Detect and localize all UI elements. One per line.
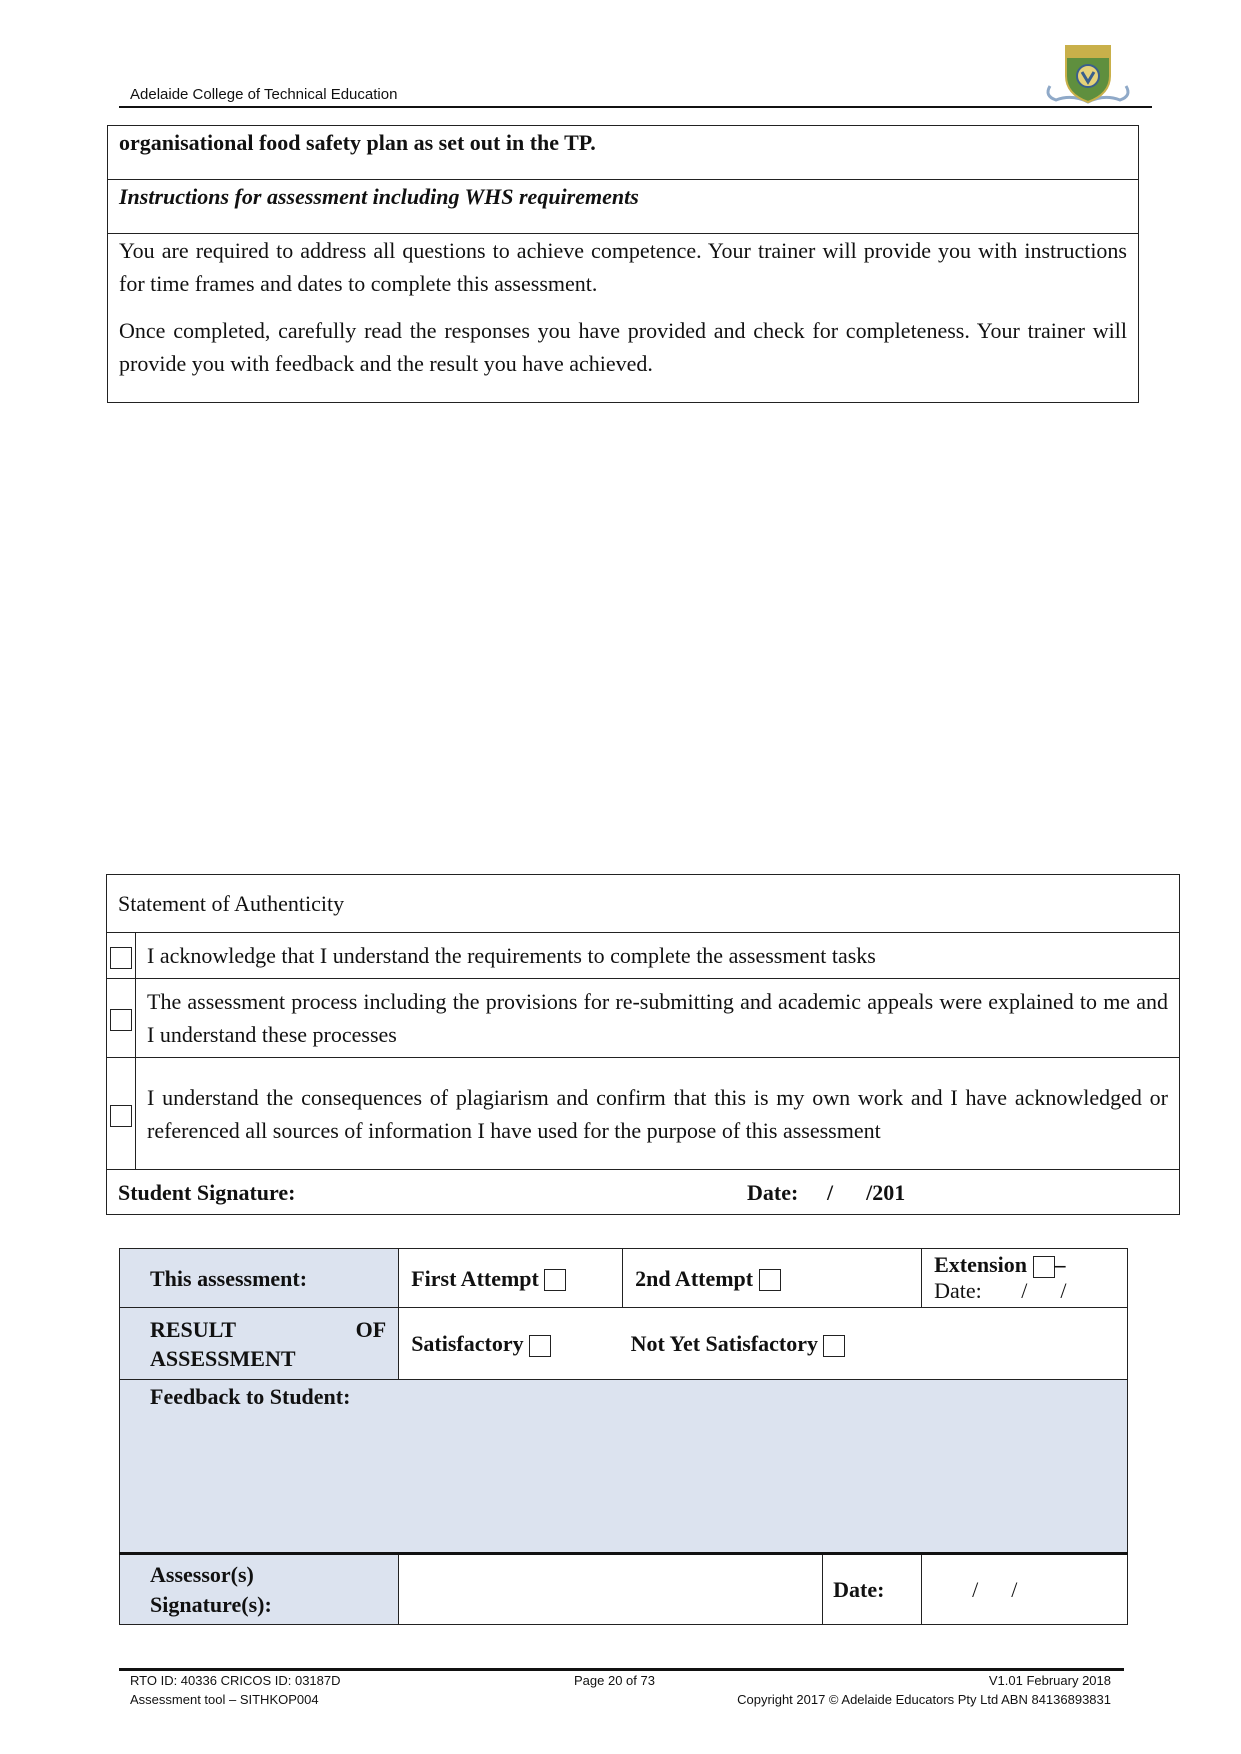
assessor-signature-field[interactable] xyxy=(398,1553,824,1625)
extension-date-label: Date: xyxy=(934,1278,982,1303)
header-org-name: Adelaide College of Technical Education xyxy=(130,86,398,103)
intro-table: organisational food safety plan as set o… xyxy=(107,125,1139,403)
result-word: RESULT xyxy=(150,1316,237,1342)
satisfactory-checkbox[interactable] xyxy=(529,1334,552,1357)
this-assessment-label: This assessment: xyxy=(118,1248,400,1308)
header-divider xyxy=(119,106,1152,108)
assessor-date-value[interactable]: / / xyxy=(921,1553,1128,1625)
footer-version: V1.01 February 2018 xyxy=(988,1673,1111,1688)
authenticity-item-2: The assessment process including the pro… xyxy=(135,978,1180,1058)
extension-label: Extension xyxy=(934,1252,1027,1277)
authenticity-checkbox-3[interactable] xyxy=(110,1104,132,1127)
authenticity-item-3: I understand the consequences of plagiar… xyxy=(135,1057,1180,1170)
feedback-area[interactable]: Feedback to Student: xyxy=(119,1379,1128,1555)
instructions-para-1: You are required to address all question… xyxy=(119,238,1127,296)
extension-checkbox[interactable] xyxy=(1032,1255,1055,1278)
instructions-para-2: Once completed, carefully read the respo… xyxy=(119,318,1127,376)
authenticity-checkbox-1[interactable] xyxy=(110,946,132,969)
footer-tool: Assessment tool – SITHKOP004 xyxy=(130,1692,319,1707)
footer-page: Page 20 of 73 xyxy=(574,1673,655,1688)
second-attempt-checkbox[interactable] xyxy=(758,1269,781,1292)
feedback-label: Feedback to Student: xyxy=(150,1384,351,1409)
authenticity-item-1: I acknowledge that I understand the requ… xyxy=(135,932,1180,979)
not-yet-satisfactory-label: Not Yet Satisfactory xyxy=(630,1331,818,1356)
extension-date-value[interactable]: / / xyxy=(1021,1278,1066,1303)
student-signature-row[interactable]: Student Signature: Date: / /201 xyxy=(106,1169,1180,1215)
authenticity-checkbox-2[interactable] xyxy=(110,1009,132,1032)
student-date-label: Date: xyxy=(747,1179,799,1205)
assessor-label-line2: Signature(s): xyxy=(150,1591,272,1617)
result-of-assessment-label: RESULT OF ASSESSMENT xyxy=(118,1307,400,1380)
instructions-body: You are required to address all question… xyxy=(107,233,1139,403)
footer-divider xyxy=(119,1668,1124,1671)
authenticity-title: Statement of Authenticity xyxy=(106,874,1180,933)
instructions-heading: Instructions for assessment including WH… xyxy=(107,179,1139,234)
second-attempt-label: 2nd Attempt xyxy=(635,1265,754,1291)
assessor-label-line1: Assessor(s) xyxy=(150,1561,254,1587)
first-attempt-label: First Attempt xyxy=(411,1265,539,1291)
student-signature-label: Student Signature: xyxy=(118,1179,296,1205)
extension-dash: – xyxy=(1054,1252,1066,1277)
assessor-signature-label: Assessor(s) Signature(s): xyxy=(118,1553,400,1625)
not-yet-satisfactory-checkbox[interactable] xyxy=(823,1334,846,1357)
footer-copyright: Copyright 2017 © Adelaide Educators Pty … xyxy=(737,1692,1111,1707)
result-table: This assessment: First Attempt 2nd Attem… xyxy=(118,1248,1128,1625)
assessment-word: ASSESSMENT xyxy=(150,1345,296,1371)
first-attempt-checkbox[interactable] xyxy=(544,1269,567,1292)
assessor-date-label: Date: xyxy=(822,1553,923,1625)
college-crest-logo xyxy=(1046,45,1130,104)
footer-rto: RTO ID: 40336 CRICOS ID: 03187D xyxy=(130,1673,341,1688)
of-word: OF xyxy=(355,1316,387,1342)
student-date-value[interactable]: / /201 xyxy=(827,1176,905,1209)
satisfactory-label: Satisfactory xyxy=(411,1331,524,1356)
continued-text: organisational food safety plan as set o… xyxy=(107,125,1139,180)
authenticity-table: Statement of Authenticity I acknowledge … xyxy=(106,874,1180,1215)
